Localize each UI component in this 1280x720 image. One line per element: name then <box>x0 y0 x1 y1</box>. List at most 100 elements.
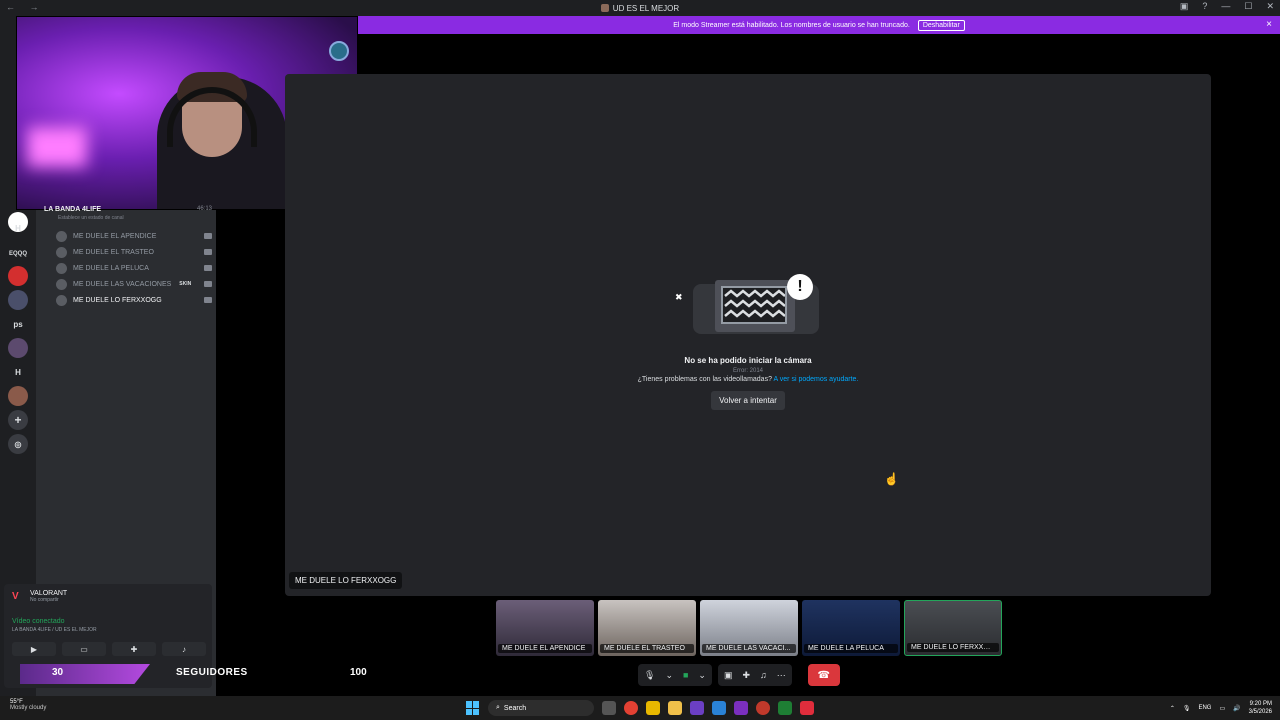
guild-letter-h-2[interactable]: H <box>8 362 28 382</box>
chevron-down-icon[interactable]: ⌄ <box>698 670 706 681</box>
banner-close-icon[interactable]: × <box>1266 19 1272 30</box>
browser-icon[interactable] <box>756 701 770 715</box>
help-link[interactable]: A ver si podemos ayudarte. <box>774 376 859 383</box>
guild-icon-group[interactable] <box>8 386 28 406</box>
taskbar-search[interactable]: ⌕ Search <box>488 700 594 716</box>
windows-start-icon[interactable] <box>466 701 480 715</box>
camera-button[interactable]: ▶ <box>12 642 56 656</box>
participant-tile[interactable]: ME DUELE LA PELUCA <box>802 600 900 656</box>
volume-icon[interactable]: 🔊 <box>1233 705 1240 712</box>
voice-member-active[interactable]: ME DUELE LO FERXXOGG <box>56 293 212 307</box>
disable-streamer-button[interactable]: Deshabilitar <box>917 19 965 31</box>
goal-progress-fill <box>20 664 150 684</box>
screen-share-icon[interactable]: ▣ <box>724 670 733 681</box>
game-name: VALORANT <box>30 590 68 597</box>
server-icon <box>600 4 609 12</box>
voice-connection: Vídeo conectado LA BANDA 4LIFE / UD ES E… <box>12 618 97 633</box>
vscode-icon[interactable] <box>712 701 726 715</box>
member-name: ME DUELE EL APENDICE <box>73 232 157 240</box>
guild-letters-ps[interactable]: ps <box>8 314 28 334</box>
voice-channel-header[interactable]: LA BANDA 4LIFE 46:13 Establece un estado… <box>44 206 212 221</box>
screen-share-button[interactable]: ▭ <box>62 642 106 656</box>
member-name: ME DUELE EL TRASTEO <box>73 248 154 256</box>
guild-icon-red[interactable] <box>8 266 28 286</box>
microphone-icon[interactable]: 🎙 <box>644 670 655 681</box>
close-window-button[interactable]: ✕ <box>1266 1 1274 12</box>
call-controls: 🎙 ⌄ ■ ⌄ ▣ ✚ ♫ ⋯ ☎ <box>638 664 840 686</box>
help-icon[interactable]: ? <box>1202 1 1207 12</box>
network-icon[interactable]: ▭ <box>1219 705 1225 712</box>
avatar <box>56 262 67 274</box>
notes-icon[interactable] <box>646 701 660 715</box>
inbox-icon[interactable]: ▣ <box>1180 1 1189 12</box>
tile-name: ME DUELE EL TRASTEO <box>600 644 694 653</box>
weather-widget[interactable]: 55°F Mostly cloudy <box>10 699 46 711</box>
connection-status: Vídeo conectado <box>12 618 65 625</box>
windows-taskbar: 55°F Mostly cloudy ⌕ Search ⌃ 🎙 ENG ▭ 🔊 … <box>0 696 1280 720</box>
title-bar: ← → UD ES EL MEJOR ▣ ? — ☐ ✕ <box>0 0 1280 16</box>
retry-button[interactable]: Volver a intentar <box>711 391 785 410</box>
task-view-icon[interactable] <box>602 701 616 715</box>
more-options-icon[interactable]: ⋯ <box>777 670 786 681</box>
avatar <box>56 294 67 306</box>
nav-arrows[interactable]: ← → <box>6 2 45 12</box>
system-tray: ⌃ 🎙 ENG ▭ 🔊 9:20 PM 3/5/2026 <box>1170 700 1272 716</box>
connection-location[interactable]: LA BANDA 4LIFE / UD ES EL MEJOR <box>12 627 97 633</box>
voice-member[interactable]: ME DUELE EL APENDICE <box>56 229 212 243</box>
guild-letters-eqqq[interactable]: EQQQ <box>8 244 28 264</box>
weather-desc: Mostly cloudy <box>10 705 47 711</box>
minimize-button[interactable]: — <box>1221 1 1230 12</box>
soundboard-button[interactable]: ♪ <box>162 642 206 656</box>
guild-icon-photo[interactable] <box>8 290 28 310</box>
skin-badge: SKIN <box>179 281 192 287</box>
participant-tile[interactable]: ME DUELE EL APENDICE <box>496 600 594 656</box>
chrome-icon[interactable] <box>624 701 638 715</box>
taskbar-apps: ⌕ Search <box>466 700 814 716</box>
participant-tile[interactable]: ME DUELE EL TRASTEO <box>598 600 696 656</box>
discover-icon[interactable]: ◎ <box>8 434 28 454</box>
soundboard-icon[interactable]: ♫ <box>760 670 767 680</box>
channel-status[interactable]: Establece un estado de canal <box>58 215 212 221</box>
voice-member[interactable]: ME DUELE LAS VACACIONES SKIN <box>56 277 212 291</box>
camera-icon[interactable]: ■ <box>683 670 688 680</box>
guild-icon-art[interactable] <box>8 338 28 358</box>
chevron-down-icon[interactable]: ⌄ <box>665 670 673 681</box>
activities-button[interactable]: ✚ <box>112 642 156 656</box>
camera-icon <box>204 233 212 239</box>
excel-icon[interactable] <box>778 701 792 715</box>
valorant-icon: V <box>12 590 19 602</box>
window-title: UD ES EL MEJOR <box>600 3 680 13</box>
background-light <box>27 127 87 167</box>
camera-icon <box>204 265 212 271</box>
alert-icon: ! <box>787 274 813 300</box>
voice-member[interactable]: ME DUELE LA PELUCA <box>56 261 212 275</box>
tile-name: ME DUELE LO FERXXOGG <box>907 643 999 652</box>
activities-icon[interactable]: ✚ <box>742 670 750 681</box>
tray-chevron-icon[interactable]: ⌃ <box>1170 705 1175 712</box>
valorant-taskbar-icon[interactable] <box>800 701 814 715</box>
hand-cursor-icon: ☝ <box>884 472 899 486</box>
app-icon[interactable] <box>690 701 704 715</box>
language-indicator[interactable]: ENG <box>1198 705 1211 711</box>
participant-tile-active[interactable]: ME DUELE LO FERXXOGG <box>904 600 1002 656</box>
participant-tile[interactable]: ME DUELE LAS VACACI... <box>700 600 798 656</box>
activity-row: V VALORANT No compartir <box>12 590 67 603</box>
search-label: Search <box>503 704 527 712</box>
mic-camera-group: 🎙 ⌄ ■ ⌄ <box>638 664 712 686</box>
sparkle-icon: ✖ <box>675 292 683 302</box>
wall-logo <box>329 41 349 61</box>
maximize-button[interactable]: ☐ <box>1244 1 1252 12</box>
add-server-icon[interactable]: + <box>8 410 28 430</box>
disconnect-button[interactable]: ☎ <box>807 664 840 686</box>
member-name: ME DUELE LO FERXXOGG <box>73 296 162 304</box>
mic-tray-icon[interactable]: 🎙 <box>1183 705 1191 712</box>
illustration-screen <box>721 286 787 324</box>
guild-letter-h[interactable]: H <box>8 218 28 238</box>
file-explorer-icon[interactable] <box>668 701 682 715</box>
voice-member[interactable]: ME DUELE EL TRASTEO <box>56 245 212 259</box>
voice-channel-name[interactable]: LA BANDA 4LIFE <box>44 206 101 213</box>
follower-label: SEGUIDORES <box>176 667 248 678</box>
window-title-text: UD ES EL MEJOR <box>612 3 680 13</box>
visual-studio-icon[interactable] <box>734 701 748 715</box>
clock[interactable]: 9:20 PM 3/5/2026 <box>1249 700 1272 716</box>
